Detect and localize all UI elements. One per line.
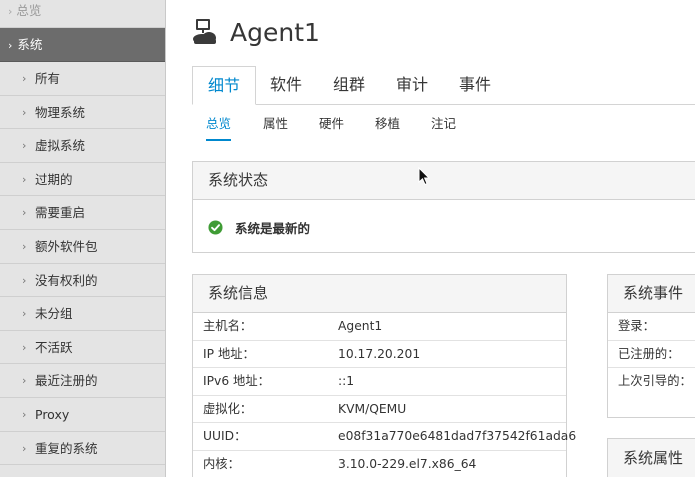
sidebar-item-inactive[interactable]: › 不活跃	[0, 331, 165, 365]
sidebar-item-label: 最近注册的	[35, 373, 98, 389]
chevron-right-icon: ›	[22, 139, 27, 153]
subtab-bar: 总览 属性 硬件 移植 注记	[192, 114, 695, 142]
subtab-hardware[interactable]: 硬件	[319, 114, 344, 141]
sidebar-item-label: 不活跃	[35, 339, 73, 355]
info-row-ipv6: IPv6 地址： ::1	[193, 368, 566, 396]
sidebar-item-label: 重复的系统	[35, 440, 98, 456]
tab-events[interactable]: 事件	[447, 66, 503, 105]
chevron-right-icon: ›	[22, 72, 27, 85]
system-info-panel: 系统信息 主机名： Agent1 IP 地址： 10.17.20.201 IPv…	[192, 274, 576, 477]
event-row-registered: 已注册的：	[608, 341, 695, 369]
info-key: IP 地址：	[203, 346, 255, 361]
sidebar-item-virtual[interactable]: › 虚拟系统	[0, 129, 165, 163]
system-status-panel: 系统状态 系统是最新的	[192, 161, 695, 253]
chevron-right-icon: ›	[22, 206, 27, 220]
info-value: KVM/QEMU	[338, 401, 407, 416]
sidebar-item-label: 总览	[16, 3, 42, 18]
sidebar-item-unentitled[interactable]: › 没有权利的	[0, 264, 165, 298]
sidebar-item-proxy[interactable]: › Proxy	[0, 398, 165, 432]
chevron-right-icon: ›	[8, 5, 13, 18]
event-row-checkin: 登录：	[608, 313, 695, 341]
subtab-overview[interactable]: 总览	[206, 114, 232, 141]
info-key: 内核：	[203, 456, 240, 471]
subtab-properties[interactable]: 属性	[263, 114, 288, 141]
event-key: 已注册的：	[618, 346, 680, 361]
tab-details[interactable]: 细节	[192, 66, 256, 105]
sidebar-item-label: 物理系统	[35, 104, 86, 120]
system-properties-panel: 系统属性	[607, 438, 695, 477]
sidebar-item-extra-packages[interactable]: › 额外软件包	[0, 230, 165, 264]
tab-software[interactable]: 软件	[258, 66, 314, 105]
info-row-hostname: 主机名： Agent1	[193, 313, 566, 341]
sidebar-item-label: 没有权利的	[35, 272, 98, 288]
info-row-virtualization: 虚拟化： KVM/QEMU	[193, 396, 566, 424]
sidebar-item-label: 系统	[17, 37, 43, 52]
info-row-kernel: 内核： 3.10.0-229.el7.x86_64	[193, 451, 566, 477]
sidebar-item-label: 需要重启	[35, 205, 86, 221]
chevron-right-icon: ›	[22, 273, 27, 287]
status-row: 系统是最新的	[208, 218, 310, 237]
info-row-uuid: UUID： e08f31a770e6481dad7f37542f61ada6	[193, 423, 576, 451]
sidebar-item-label: 未分组	[35, 306, 73, 322]
status-message: 系统是最新的	[235, 221, 311, 236]
info-key: UUID：	[203, 429, 247, 444]
page-header: Agent1	[192, 12, 320, 52]
chevron-right-icon: ›	[22, 407, 27, 421]
info-key: 虚拟化：	[203, 401, 253, 416]
chevron-right-icon: ›	[22, 172, 27, 186]
sidebar-item-physical[interactable]: › 物理系统	[0, 96, 165, 130]
info-value: 3.10.0-229.el7.x86_64	[338, 456, 477, 471]
panel-title: 系统信息	[193, 275, 566, 313]
subtab-notes[interactable]: 注记	[431, 114, 456, 141]
system-events-panel: 系统事件 登录： 已注册的： 上次引导的：	[607, 274, 695, 418]
sidebar-item-label: 虚拟系统	[35, 138, 86, 154]
sidebar-item-label: Proxy	[35, 406, 70, 422]
check-circle-icon	[208, 220, 223, 235]
system-server-icon	[193, 19, 216, 44]
info-key: 主机名：	[203, 319, 253, 333]
tab-bar: 细节 软件 组群 审计 事件	[192, 66, 695, 105]
info-value: ::1	[338, 374, 355, 389]
sidebar-item-all[interactable]: › 所有	[0, 62, 165, 96]
sidebar-item-recently-registered[interactable]: › 最近注册的	[0, 364, 165, 398]
tab-groups[interactable]: 组群	[321, 66, 377, 105]
chevron-right-icon: ›	[22, 239, 27, 253]
sidebar-item-overview[interactable]: › 总览	[0, 0, 165, 28]
tab-audit[interactable]: 审计	[384, 66, 440, 105]
chevron-right-icon: ›	[22, 374, 27, 388]
event-key: 上次引导的：	[618, 374, 692, 389]
sidebar-item-duplicate-systems[interactable]: › 重复的系统	[0, 432, 165, 466]
page-title: Agent1	[230, 17, 320, 47]
chevron-right-icon: ›	[22, 340, 27, 354]
info-value: 10.17.20.201	[338, 346, 421, 361]
chevron-right-icon: ›	[8, 39, 13, 52]
info-value: e08f31a770e6481dad7f37542f61ada6	[338, 429, 577, 444]
sidebar-item-outdated[interactable]: › 过期的	[0, 163, 165, 197]
sidebar-item-label: 所有	[35, 71, 61, 86]
sidebar-item-ungrouped[interactable]: › 未分组	[0, 297, 165, 331]
mouse-cursor-icon	[418, 167, 430, 186]
sidebar-item-label: 额外软件包	[35, 238, 98, 254]
info-key: IPv6 地址：	[203, 374, 270, 389]
panel-title: 系统状态	[193, 162, 695, 200]
chevron-right-icon: ›	[22, 105, 27, 119]
event-row-last-booted: 上次引导的：	[608, 368, 695, 396]
panel-title: 系统事件	[608, 275, 695, 313]
sidebar-item-systems[interactable]: › 系统	[0, 28, 165, 62]
panel-title: 系统属性	[608, 439, 695, 477]
sidebar-item-requiring-reboot[interactable]: › 需要重启	[0, 196, 165, 230]
info-row-ip: IP 地址： 10.17.20.201	[193, 341, 566, 369]
chevron-right-icon: ›	[22, 307, 27, 321]
chevron-right-icon: ›	[22, 441, 27, 455]
sidebar: › 总览 › 系统 › 所有 › 物理系统 › 虚拟系统 › 过期的 › 需要重启 › 额外软件…	[0, 0, 166, 477]
event-key: 登录：	[618, 319, 655, 333]
subtab-migrate[interactable]: 移植	[375, 114, 400, 141]
info-value: Agent1	[338, 319, 383, 333]
sidebar-item-label: 过期的	[35, 171, 73, 187]
